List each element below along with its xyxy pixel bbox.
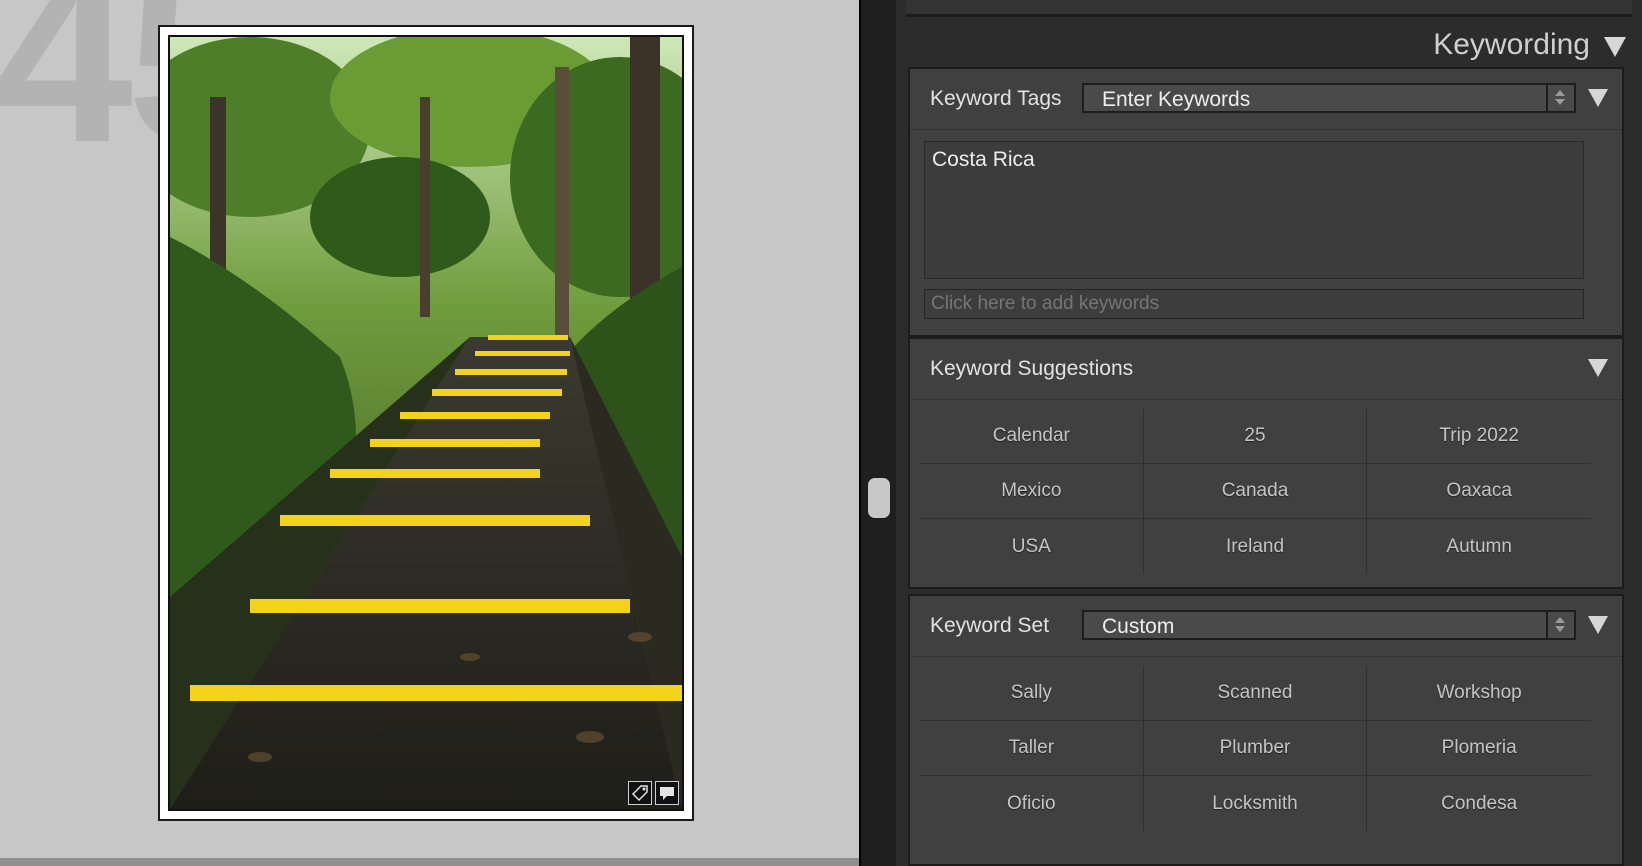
keyword-suggestion[interactable]: Autumn <box>1367 519 1591 574</box>
keyword-set-value: Custom <box>1102 615 1175 638</box>
keyword-suggestions-grid: Calendar 25 Trip 2022 Mexico Canada Oaxa… <box>920 409 1591 574</box>
keyword-suggestion[interactable]: Trip 2022 <box>1367 409 1591 464</box>
panel-title[interactable]: Keywording <box>1433 28 1590 62</box>
keywords-text-area[interactable]: Costa Rica <box>924 141 1584 279</box>
keyword-tags-section: Keyword Tags Enter Keywords Costa Rica <box>908 67 1624 337</box>
disclosure-triangle-icon[interactable] <box>1588 89 1608 107</box>
keyword-suggestion[interactable]: Oaxaca <box>1367 464 1591 519</box>
keyword-tags-mode-value: Enter Keywords <box>1102 88 1251 111</box>
grid-bottom-scrollbar[interactable] <box>0 858 859 866</box>
keyword-set-label: Keyword Set <box>930 614 1050 637</box>
keyword-tag-icon[interactable] <box>628 781 652 805</box>
keyword-tags-label: Keyword Tags <box>930 87 1062 110</box>
keyword-suggestions-row: Keyword Suggestions <box>910 339 1622 400</box>
keyword-suggestion[interactable]: Ireland <box>1144 519 1368 574</box>
stepper-icon[interactable] <box>1546 85 1574 111</box>
panel-resize-handle[interactable] <box>868 478 890 518</box>
keyword-set-item[interactable]: Sally <box>920 666 1144 721</box>
keyword-tags-mode-dropdown[interactable]: Enter Keywords <box>1082 83 1576 113</box>
keyword-set-section: Keyword Set Custom Sally Scanned Worksho… <box>908 594 1624 866</box>
photo-thumbnail[interactable] <box>168 35 684 811</box>
keyword-tags-row: Keyword Tags Enter Keywords <box>910 69 1622 130</box>
keyword-set-item[interactable]: Locksmith <box>1144 776 1368 831</box>
keyword-set-item[interactable]: Condesa <box>1367 776 1591 831</box>
keyword-set-dropdown[interactable]: Custom <box>1082 610 1576 640</box>
keyword-set-item[interactable]: Taller <box>920 721 1144 776</box>
keywording-panel: Keywording Keyword Tags Enter Keywords C… <box>896 0 1642 866</box>
disclosure-triangle-icon[interactable] <box>1588 359 1608 377</box>
keyword-suggestions-section: Keyword Suggestions Calendar 25 Trip 202… <box>908 337 1624 589</box>
keyword-set-item[interactable]: Oficio <box>920 776 1144 831</box>
keyword-set-item[interactable]: Plomeria <box>1367 721 1591 776</box>
keyword-set-item[interactable]: Plumber <box>1143 721 1368 776</box>
add-keywords-input[interactable] <box>924 289 1584 319</box>
keyword-suggestions-label: Keyword Suggestions <box>930 357 1134 380</box>
keyword-set-item[interactable]: Workshop <box>1367 666 1591 721</box>
keyword-suggestion[interactable]: USA <box>920 519 1144 574</box>
disclosure-triangle-icon[interactable] <box>1588 616 1608 634</box>
keyword-set-row: Keyword Set Custom <box>910 596 1622 657</box>
keyword-suggestion[interactable]: Calendar <box>920 409 1144 464</box>
keyword-set-item[interactable]: Scanned <box>1143 666 1368 721</box>
library-grid-area: 45 <box>0 0 859 866</box>
collapse-triangle-icon[interactable] <box>1604 37 1626 57</box>
panel-divider[interactable] <box>859 0 896 866</box>
keyword-set-grid: Sally Scanned Workshop Taller Plumber Pl… <box>920 666 1591 831</box>
comment-icon[interactable] <box>655 781 679 805</box>
keyword-suggestion[interactable]: Canada <box>1143 464 1368 519</box>
photo-thumbnail-cell[interactable] <box>158 25 694 821</box>
stepper-icon[interactable] <box>1546 612 1574 638</box>
previous-panel-edge <box>906 0 1632 17</box>
forest-staircase-image <box>170 37 682 809</box>
keyword-suggestion[interactable]: 25 <box>1143 409 1368 464</box>
keyword-suggestion[interactable]: Mexico <box>920 464 1144 519</box>
